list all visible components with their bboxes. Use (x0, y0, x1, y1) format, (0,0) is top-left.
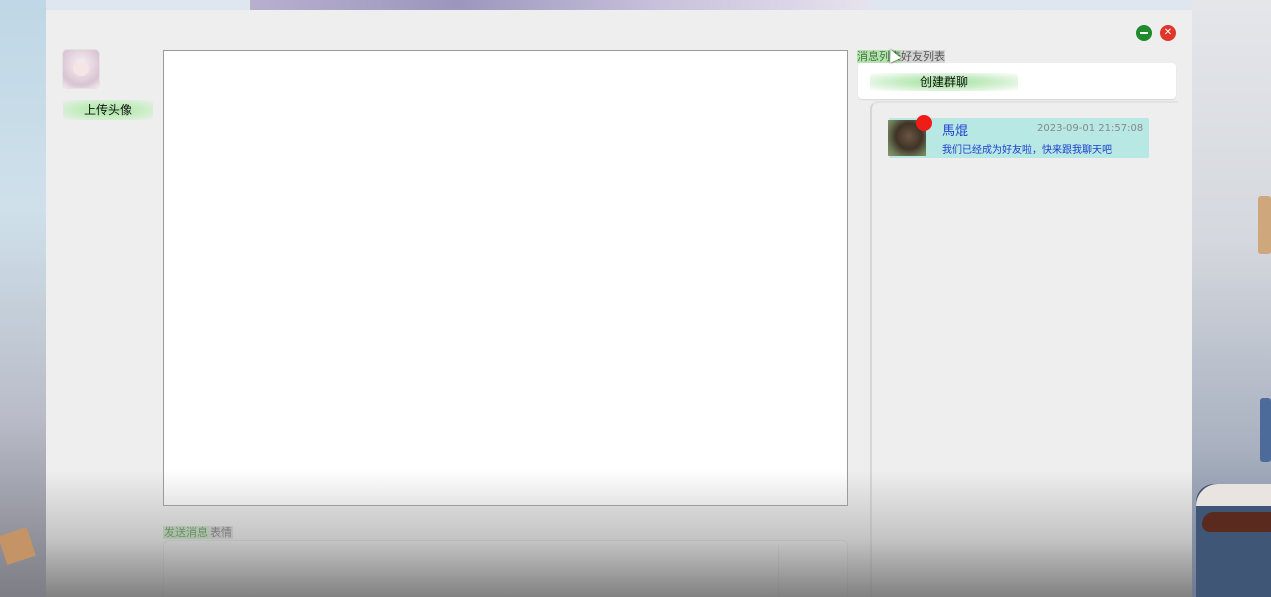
wallpaper-left (0, 0, 46, 597)
avatar-image (73, 62, 89, 76)
wallpaper-art (250, 0, 870, 10)
message-list[interactable]: 馬焜 2023-09-01 21:57:08 我们已经成为好友啦，快来跟我聊天吧 (870, 101, 1178, 597)
chat-window: ✕ 上传头像 发送消息 表情 消息列表好友列表 创建群聊 馬焜 2023-09-0… (46, 10, 1192, 597)
wallpaper-block (1260, 398, 1271, 462)
list-item[interactable]: 馬焜 2023-09-01 21:57:08 我们已经成为好友啦，快来跟我聊天吧 (888, 115, 1149, 158)
user-avatar[interactable] (63, 50, 99, 88)
chat-message-area[interactable] (163, 50, 848, 506)
close-icon[interactable]: ✕ (1160, 25, 1176, 41)
wallpaper-block (1258, 196, 1271, 254)
unread-badge (916, 115, 932, 131)
input-divider (778, 545, 779, 597)
composer-tabs: 发送消息 表情 (163, 525, 233, 540)
tab-emoji[interactable]: 表情 (209, 526, 233, 539)
message-preview: 我们已经成为好友啦，快来跟我聊天吧 (942, 145, 1112, 156)
create-group-bar: 创建群聊 (858, 63, 1176, 99)
wallpaper-coffee (1202, 512, 1271, 532)
minus-icon[interactable] (1136, 25, 1152, 41)
tab-friend-list[interactable]: 好友列表 (901, 50, 945, 63)
upload-avatar-button[interactable]: 上传头像 (63, 100, 153, 120)
message-input[interactable] (163, 540, 848, 597)
tab-send-message[interactable]: 发送消息 (163, 526, 209, 539)
wallpaper-cup-rim (1196, 484, 1271, 506)
message-time: 2023-09-01 21:57:08 (1037, 123, 1144, 134)
create-group-button[interactable]: 创建群聊 (870, 73, 1018, 91)
contact-name: 馬焜 (942, 124, 969, 139)
